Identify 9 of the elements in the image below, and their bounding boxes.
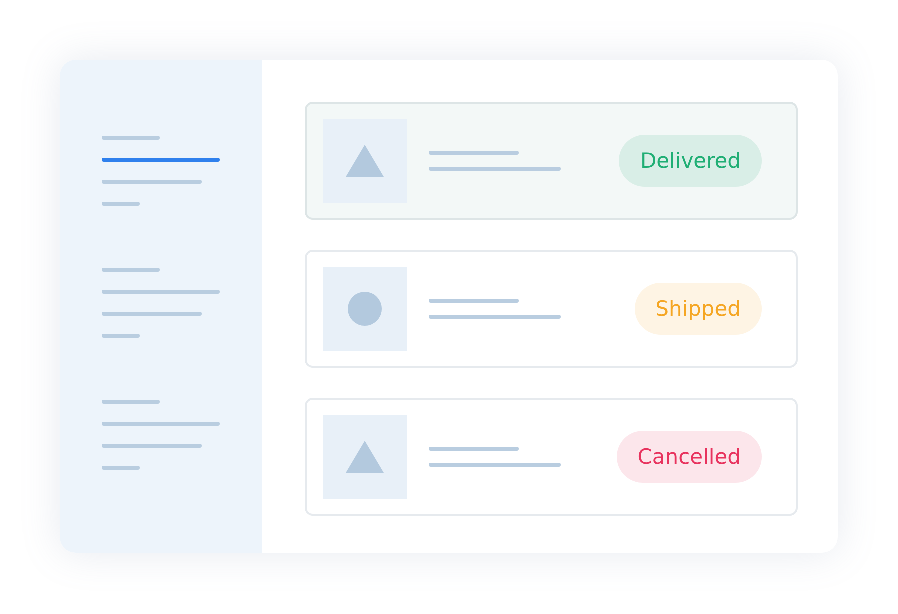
order-card[interactable]: Delivered [305,102,798,220]
circle-icon [348,292,382,326]
status-badge: Delivered [619,135,762,187]
status-badge: Shipped [634,283,762,335]
status-badge: Cancelled [616,431,762,483]
triangle-icon [346,441,384,473]
order-card[interactable]: Cancelled [305,398,798,516]
triangle-icon [346,145,384,177]
order-card[interactable]: Shipped [305,250,798,368]
